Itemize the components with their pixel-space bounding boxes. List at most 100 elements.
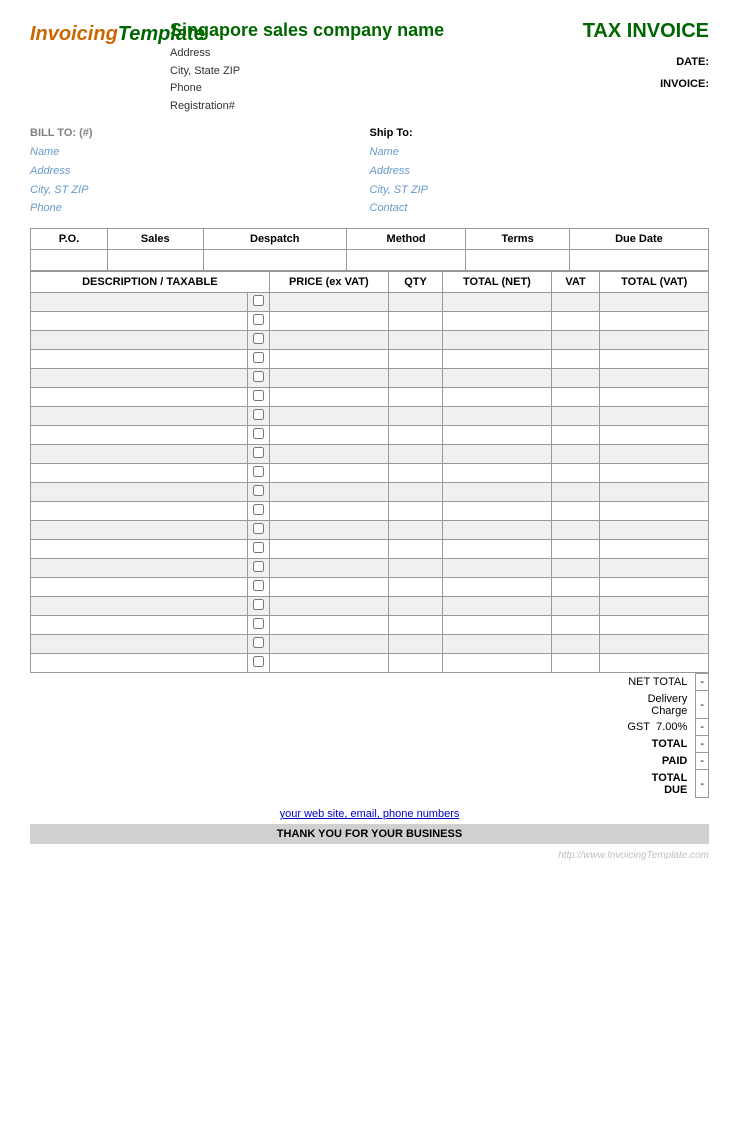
- price-cell[interactable]: [269, 445, 388, 464]
- desc-cell[interactable]: [31, 616, 248, 635]
- vat-cell[interactable]: [551, 293, 600, 312]
- checkbox-cell[interactable]: [247, 540, 269, 559]
- due-date-cell[interactable]: [569, 250, 708, 271]
- taxable-checkbox[interactable]: [253, 466, 264, 477]
- qty-cell[interactable]: [388, 521, 442, 540]
- checkbox-cell[interactable]: [247, 388, 269, 407]
- total-vat-cell[interactable]: [600, 350, 709, 369]
- taxable-checkbox[interactable]: [253, 561, 264, 572]
- vat-cell[interactable]: [551, 407, 600, 426]
- price-cell[interactable]: [269, 369, 388, 388]
- checkbox-cell[interactable]: [247, 502, 269, 521]
- vat-cell[interactable]: [551, 597, 600, 616]
- vat-cell[interactable]: [551, 369, 600, 388]
- checkbox-cell[interactable]: [247, 426, 269, 445]
- net-cell[interactable]: [443, 635, 551, 654]
- taxable-checkbox[interactable]: [253, 618, 264, 629]
- vat-cell[interactable]: [551, 502, 600, 521]
- checkbox-cell[interactable]: [247, 464, 269, 483]
- method-cell[interactable]: [346, 250, 465, 271]
- qty-cell[interactable]: [388, 540, 442, 559]
- checkbox-cell[interactable]: [247, 350, 269, 369]
- footer-link[interactable]: your web site, email, phone numbers: [280, 808, 460, 820]
- qty-cell[interactable]: [388, 578, 442, 597]
- qty-cell[interactable]: [388, 445, 442, 464]
- desc-cell[interactable]: [31, 597, 248, 616]
- desc-cell[interactable]: [31, 293, 248, 312]
- qty-cell[interactable]: [388, 483, 442, 502]
- desc-cell[interactable]: [31, 521, 248, 540]
- desc-cell[interactable]: [31, 540, 248, 559]
- net-cell[interactable]: [443, 578, 551, 597]
- vat-cell[interactable]: [551, 464, 600, 483]
- qty-cell[interactable]: [388, 616, 442, 635]
- price-cell[interactable]: [269, 312, 388, 331]
- qty-cell[interactable]: [388, 559, 442, 578]
- taxable-checkbox[interactable]: [253, 333, 264, 344]
- total-vat-cell[interactable]: [600, 540, 709, 559]
- qty-cell[interactable]: [388, 502, 442, 521]
- taxable-checkbox[interactable]: [253, 371, 264, 382]
- net-cell[interactable]: [443, 521, 551, 540]
- price-cell[interactable]: [269, 293, 388, 312]
- sales-cell[interactable]: [107, 250, 203, 271]
- vat-cell[interactable]: [551, 521, 600, 540]
- price-cell[interactable]: [269, 597, 388, 616]
- vat-cell[interactable]: [551, 578, 600, 597]
- net-cell[interactable]: [443, 388, 551, 407]
- net-cell[interactable]: [443, 369, 551, 388]
- total-vat-cell[interactable]: [600, 312, 709, 331]
- checkbox-cell[interactable]: [247, 445, 269, 464]
- desc-cell[interactable]: [31, 635, 248, 654]
- taxable-checkbox[interactable]: [253, 390, 264, 401]
- total-vat-cell[interactable]: [600, 597, 709, 616]
- checkbox-cell[interactable]: [247, 578, 269, 597]
- desc-cell[interactable]: [31, 331, 248, 350]
- desc-cell[interactable]: [31, 312, 248, 331]
- price-cell[interactable]: [269, 388, 388, 407]
- desc-cell[interactable]: [31, 426, 248, 445]
- taxable-checkbox[interactable]: [253, 409, 264, 420]
- desc-cell[interactable]: [31, 388, 248, 407]
- taxable-checkbox[interactable]: [253, 352, 264, 363]
- vat-cell[interactable]: [551, 312, 600, 331]
- total-vat-cell[interactable]: [600, 521, 709, 540]
- total-vat-cell[interactable]: [600, 445, 709, 464]
- total-vat-cell[interactable]: [600, 483, 709, 502]
- checkbox-cell[interactable]: [247, 312, 269, 331]
- total-vat-cell[interactable]: [600, 388, 709, 407]
- desc-cell[interactable]: [31, 445, 248, 464]
- qty-cell[interactable]: [388, 597, 442, 616]
- checkbox-cell[interactable]: [247, 635, 269, 654]
- checkbox-cell[interactable]: [247, 331, 269, 350]
- vat-cell[interactable]: [551, 350, 600, 369]
- checkbox-cell[interactable]: [247, 597, 269, 616]
- net-cell[interactable]: [443, 445, 551, 464]
- price-cell[interactable]: [269, 616, 388, 635]
- vat-cell[interactable]: [551, 483, 600, 502]
- qty-cell[interactable]: [388, 312, 442, 331]
- net-cell[interactable]: [443, 502, 551, 521]
- total-vat-cell[interactable]: [600, 616, 709, 635]
- qty-cell[interactable]: [388, 388, 442, 407]
- net-cell[interactable]: [443, 350, 551, 369]
- taxable-checkbox[interactable]: [253, 504, 264, 515]
- price-cell[interactable]: [269, 578, 388, 597]
- taxable-checkbox[interactable]: [253, 599, 264, 610]
- vat-cell[interactable]: [551, 616, 600, 635]
- checkbox-cell[interactable]: [247, 616, 269, 635]
- net-cell[interactable]: [443, 293, 551, 312]
- total-vat-cell[interactable]: [600, 654, 709, 673]
- desc-cell[interactable]: [31, 502, 248, 521]
- checkbox-cell[interactable]: [247, 293, 269, 312]
- desc-cell[interactable]: [31, 407, 248, 426]
- desc-cell[interactable]: [31, 350, 248, 369]
- price-cell[interactable]: [269, 635, 388, 654]
- net-cell[interactable]: [443, 597, 551, 616]
- terms-cell[interactable]: [466, 250, 570, 271]
- net-cell[interactable]: [443, 483, 551, 502]
- price-cell[interactable]: [269, 559, 388, 578]
- checkbox-cell[interactable]: [247, 369, 269, 388]
- total-vat-cell[interactable]: [600, 464, 709, 483]
- total-vat-cell[interactable]: [600, 559, 709, 578]
